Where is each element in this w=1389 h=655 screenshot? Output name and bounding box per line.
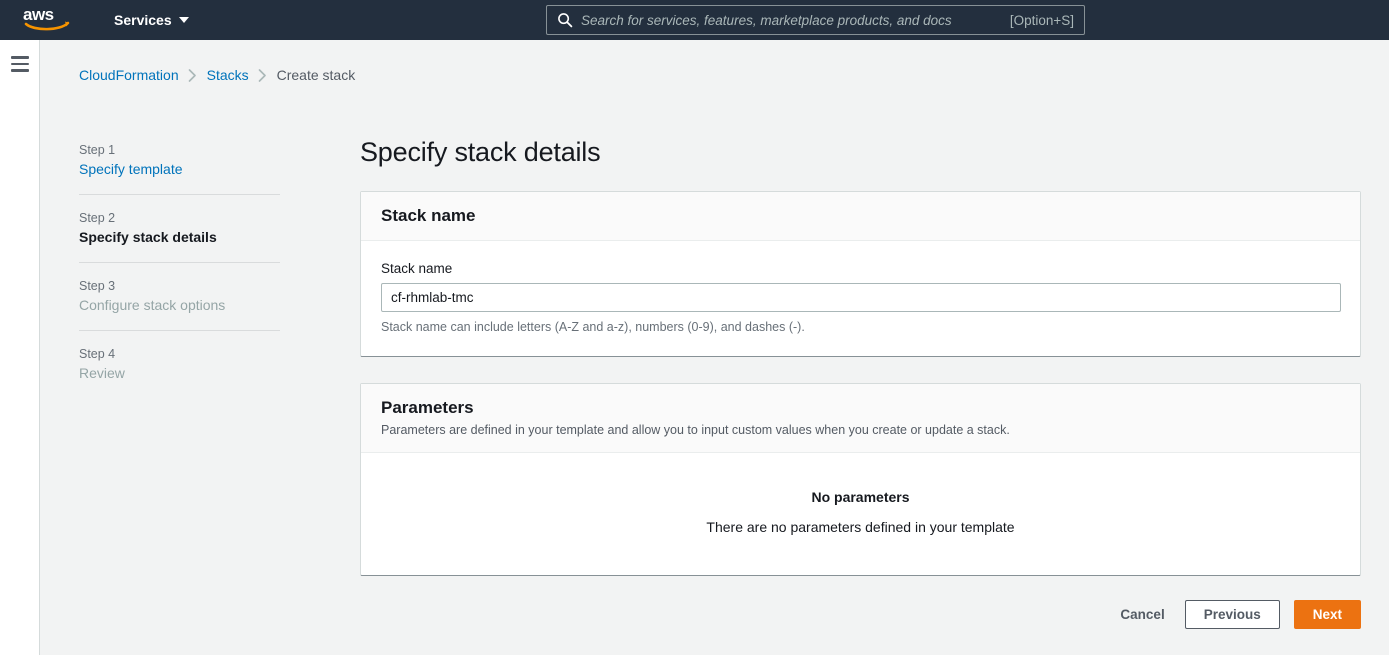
breadcrumb-separator-icon	[179, 68, 207, 82]
parameters-empty-text: There are no parameters defined in your …	[706, 519, 1015, 535]
parameters-empty-title: No parameters	[811, 489, 910, 505]
chevron-down-icon	[178, 17, 189, 23]
wizard-step-1[interactable]: Step 1 Specify template	[79, 143, 281, 178]
main-column: Specify stack details Stack name Stack n…	[360, 40, 1361, 629]
search-input[interactable]: Search for services, features, marketpla…	[581, 13, 1010, 28]
wizard-divider	[79, 262, 280, 263]
cancel-button[interactable]: Cancel	[1114, 600, 1170, 629]
services-menu-label: Services	[114, 12, 172, 28]
wizard-step-2-number: Step 2	[79, 211, 116, 225]
wizard-step-2-title: Specify stack details	[79, 229, 217, 245]
wizard-step-4: Step 4 Review	[79, 347, 281, 382]
wizard-step-4-title: Review	[79, 365, 125, 381]
parameters-card-subtitle: Parameters are defined in your template …	[381, 423, 1010, 437]
parameters-card: Parameters Parameters are defined in you…	[360, 383, 1361, 576]
page-content: CloudFormation Stacks Create stack Step …	[40, 40, 1389, 655]
wizard-step-4-number: Step 4	[79, 347, 116, 361]
parameters-card-header: Parameters Parameters are defined in you…	[361, 384, 1360, 453]
wizard-step-1-number: Step 1	[79, 143, 116, 157]
parameters-empty-state: No parameters There are no parameters de…	[361, 453, 1360, 575]
breadcrumb-separator-icon	[249, 68, 277, 82]
global-search-box[interactable]: Search for services, features, marketpla…	[546, 5, 1085, 35]
stack-name-card-header: Stack name	[361, 192, 1360, 241]
wizard-step-3-number: Step 3	[79, 279, 116, 293]
page-title: Specify stack details	[360, 137, 601, 167]
breadcrumb-item-stacks[interactable]: Stacks	[207, 67, 249, 83]
hamburger-menu-icon[interactable]	[10, 56, 29, 72]
stack-name-card-body: Stack name Stack name can include letter…	[361, 241, 1360, 356]
left-rail	[0, 40, 40, 655]
search-shortcut-hint: [Option+S]	[1009, 12, 1074, 28]
wizard-step-2[interactable]: Step 2 Specify stack details	[79, 211, 281, 246]
stack-name-hint: Stack name can include letters (A-Z and …	[381, 320, 805, 334]
wizard-step-1-title[interactable]: Specify template	[79, 160, 281, 178]
search-icon	[558, 13, 573, 28]
wizard-divider	[79, 194, 280, 195]
breadcrumb-item-create-stack: Create stack	[276, 67, 356, 83]
wizard-action-buttons: Cancel Previous Next	[360, 600, 1361, 629]
previous-button[interactable]: Previous	[1184, 600, 1280, 629]
parameters-card-title: Parameters	[381, 398, 474, 417]
services-menu[interactable]: Services	[114, 0, 189, 40]
breadcrumb: CloudFormation Stacks Create stack	[79, 67, 355, 83]
aws-logo[interactable]: aws	[22, 5, 72, 35]
aws-smile-icon	[24, 21, 70, 31]
wizard-step-3-title: Configure stack options	[79, 297, 226, 313]
stack-name-field-label: Stack name	[381, 261, 453, 276]
wizard-step-3: Step 3 Configure stack options	[79, 279, 281, 314]
stack-name-card-title: Stack name	[381, 206, 476, 225]
stack-name-card: Stack name Stack name Stack name can inc…	[360, 191, 1361, 357]
app-body: CloudFormation Stacks Create stack Step …	[0, 40, 1389, 655]
wizard-step-navigation: Step 1 Specify template Step 2 Specify s…	[79, 143, 281, 382]
breadcrumb-item-cloudformation[interactable]: CloudFormation	[79, 67, 179, 83]
top-navigation-bar: aws Services Search for services, featur…	[0, 0, 1389, 40]
stack-name-input[interactable]	[381, 283, 1341, 312]
next-button[interactable]: Next	[1293, 600, 1361, 629]
wizard-divider	[79, 330, 280, 331]
